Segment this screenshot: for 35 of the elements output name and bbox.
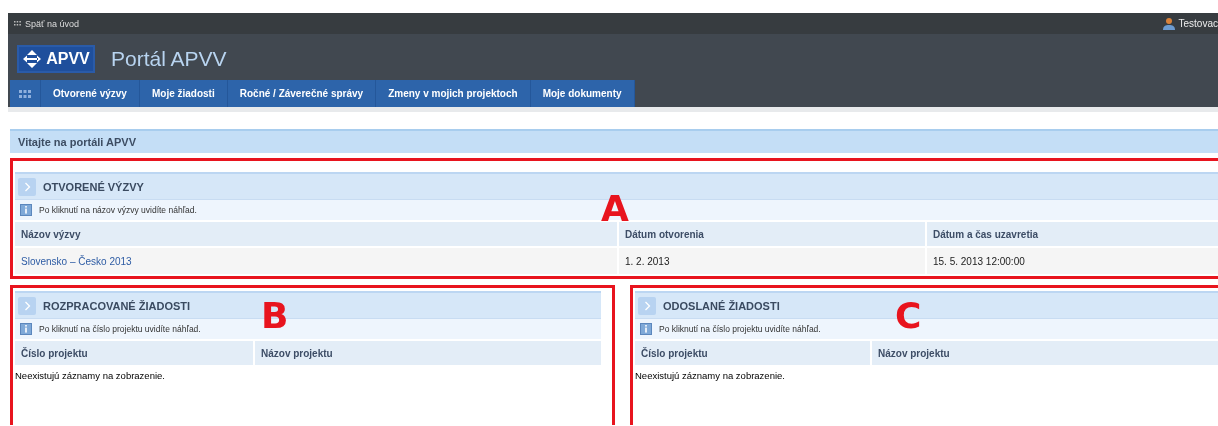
hint-text: Po kliknutí na názov výzvy uvidíte náhľad. bbox=[39, 205, 197, 215]
apps-icon[interactable] bbox=[19, 89, 31, 98]
column-header: Názov projektu bbox=[255, 341, 601, 365]
info-icon bbox=[20, 323, 32, 335]
annotation-letter: B bbox=[261, 298, 289, 334]
column-header: Dátum otvorenia bbox=[619, 222, 925, 246]
column-header: Názov projektu bbox=[872, 341, 1218, 365]
section-title: ODOSLANÉ ŽIADOSTI bbox=[663, 299, 780, 312]
welcome-bar: Vitajte na portáli APVV bbox=[10, 129, 1218, 153]
hint-text: Po kliknutí na číslo projektu uvidíte náhľad. bbox=[39, 324, 201, 334]
chevron-icon bbox=[18, 177, 36, 196]
hint-text: Po kliknutí na číslo projektu uvidíte náhľad. bbox=[659, 324, 821, 334]
annotation-letter: C bbox=[895, 298, 922, 334]
info-icon bbox=[640, 323, 652, 335]
empty-message: Neexistujú záznamy na zobrazenie. bbox=[635, 370, 785, 381]
logo[interactable]: APVV bbox=[17, 45, 95, 73]
column-header: Dátum a čas uzavretia bbox=[927, 222, 1218, 246]
column-header: Číslo projektu bbox=[635, 341, 870, 365]
table-cell: 15. 5. 2013 12:00:00 bbox=[927, 248, 1218, 274]
table-cell: 1. 2. 2013 bbox=[619, 248, 925, 274]
portal-title: Portál APVV bbox=[111, 47, 227, 71]
chevron-icon bbox=[18, 296, 36, 315]
info-icon bbox=[20, 204, 32, 216]
user-name[interactable]: Testovac bbox=[1178, 18, 1218, 29]
grid-icon bbox=[14, 21, 21, 26]
user-icon bbox=[1162, 17, 1175, 30]
chevron-icon bbox=[638, 296, 656, 315]
column-header: Názov výzvy bbox=[15, 222, 617, 246]
column-header: Číslo projektu bbox=[15, 341, 253, 365]
section-title: ROZPRACOVANÉ ŽIADOSTI bbox=[43, 299, 191, 312]
arrows-icon bbox=[22, 49, 43, 69]
section-title: OTVORENÉ VÝZVY bbox=[43, 180, 144, 193]
back-link[interactable]: Späť na úvod bbox=[14, 18, 79, 29]
empty-message: Neexistujú záznamy na zobrazenie. bbox=[15, 370, 165, 381]
call-link[interactable]: Slovensko – Česko 2013 bbox=[15, 248, 617, 274]
